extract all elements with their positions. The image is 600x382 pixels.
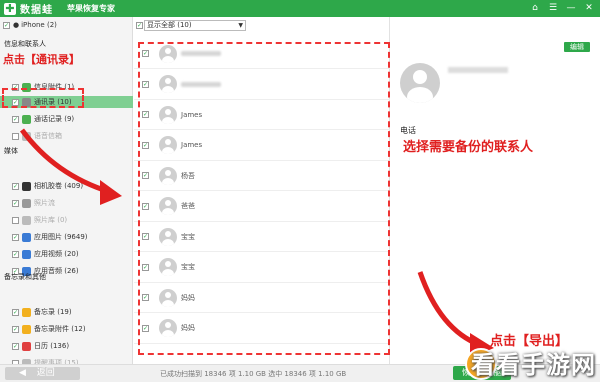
category-checkbox[interactable] xyxy=(12,308,19,316)
category-label: 备忘录 (19) xyxy=(34,308,72,316)
category-item[interactable]: 应用图片 (9649) xyxy=(0,231,133,243)
menu-icon[interactable]: ☰ xyxy=(548,3,558,13)
category-icon xyxy=(22,181,31,191)
minimize-icon[interactable]: — xyxy=(566,3,576,13)
detail-name xyxy=(448,67,508,73)
category-label: 照片库 (0) xyxy=(34,216,68,224)
home-icon[interactable]: ⌂ xyxy=(530,3,540,13)
category-item[interactable]: 备忘录 (19) xyxy=(0,306,133,318)
category-label: 通话记录 (9) xyxy=(34,115,75,123)
category-icon xyxy=(22,232,31,242)
category-label: 相机胶卷 (409) xyxy=(34,182,84,190)
select-all-checkbox[interactable] xyxy=(136,22,143,29)
category-checkbox[interactable] xyxy=(12,342,19,350)
back-button[interactable]: ◀ 返回 xyxy=(5,367,80,380)
category-checkbox[interactable] xyxy=(12,250,19,258)
contacts-highlight-box xyxy=(2,88,84,108)
select-contacts-annotation: 选择需要备份的联系人 xyxy=(403,140,534,155)
app-subtitle: 苹果恢复专家 xyxy=(67,4,115,13)
category-item[interactable]: 照片流 xyxy=(0,197,133,209)
category-item[interactable]: 备忘录附件 (12) xyxy=(0,323,133,335)
category-label: 备忘录附件 (12) xyxy=(34,325,86,333)
watermark-text: 看看手游网 xyxy=(471,351,596,379)
category-checkbox[interactable] xyxy=(12,216,19,224)
category-label: 照片流 xyxy=(34,199,55,207)
filter-dropdown[interactable]: 显示全部 (10) ▼ xyxy=(144,20,246,31)
category-icon xyxy=(22,249,31,259)
device-row[interactable]: ● iPhone (2) xyxy=(0,19,133,31)
category-icon xyxy=(22,114,31,124)
contacts-highlight-box xyxy=(138,42,390,355)
category-item[interactable]: 照片库 (0) xyxy=(0,214,133,226)
apple-icon: ● xyxy=(13,21,20,29)
category-item[interactable]: 日历 (136) xyxy=(0,340,133,352)
category-icon xyxy=(22,215,31,225)
contact-avatar xyxy=(400,63,440,103)
category-checkbox[interactable] xyxy=(12,132,19,140)
window-controls: ⌂ ☰ — ✕ xyxy=(530,3,594,13)
close-icon[interactable]: ✕ xyxy=(584,3,594,13)
category-item[interactable]: 通话记录 (9) xyxy=(0,113,133,125)
section-notes-other: 备忘录和其他 xyxy=(4,273,46,281)
category-label: 应用图片 (9649) xyxy=(34,233,88,241)
category-checkbox[interactable] xyxy=(12,199,19,207)
title-bar: ✚ 数据蛙 苹果恢复专家 ⌂ ☰ — ✕ xyxy=(0,0,600,17)
section-messages-contacts: 信息和联系人 xyxy=(4,40,46,48)
back-arrow-icon: ◀ xyxy=(19,368,26,378)
device-checkbox[interactable] xyxy=(3,21,10,29)
chevron-down-icon: ▼ xyxy=(238,22,243,29)
category-checkbox[interactable] xyxy=(12,182,19,190)
category-label: 应用视频 (20) xyxy=(34,250,79,258)
edit-button[interactable]: 编辑 xyxy=(564,42,590,52)
scan-status: 已成功扫描到 18346 项 1.10 GB 选中 18346 项 1.10 G… xyxy=(160,370,347,378)
category-item[interactable]: 应用视频 (20) xyxy=(0,248,133,260)
back-label: 返回 xyxy=(36,368,55,378)
category-label: 语音信箱 xyxy=(34,132,62,140)
category-checkbox[interactable] xyxy=(12,325,19,333)
category-icon xyxy=(22,324,31,334)
category-label: 日历 (136) xyxy=(34,342,70,350)
contacts-annotation: 点击【通讯录】 xyxy=(3,53,80,66)
device-label: iPhone (2) xyxy=(21,21,57,29)
category-item[interactable]: 语音信箱 xyxy=(0,130,133,142)
app-name: 数据蛙 xyxy=(20,5,53,16)
category-checkbox[interactable] xyxy=(12,233,19,241)
section-media: 媒体 xyxy=(4,147,18,155)
category-icon xyxy=(22,307,31,317)
category-icon xyxy=(22,131,31,141)
phone-label: 电话 xyxy=(400,126,416,135)
logo-icon: ✚ xyxy=(4,1,16,15)
category-icon xyxy=(22,198,31,208)
filter-value: 显示全部 (10) xyxy=(147,21,192,29)
category-icon xyxy=(22,341,31,351)
category-item[interactable]: 相机胶卷 (409) xyxy=(0,180,133,192)
category-checkbox[interactable] xyxy=(12,115,19,123)
app-logo: ✚ 数据蛙 xyxy=(4,1,53,16)
